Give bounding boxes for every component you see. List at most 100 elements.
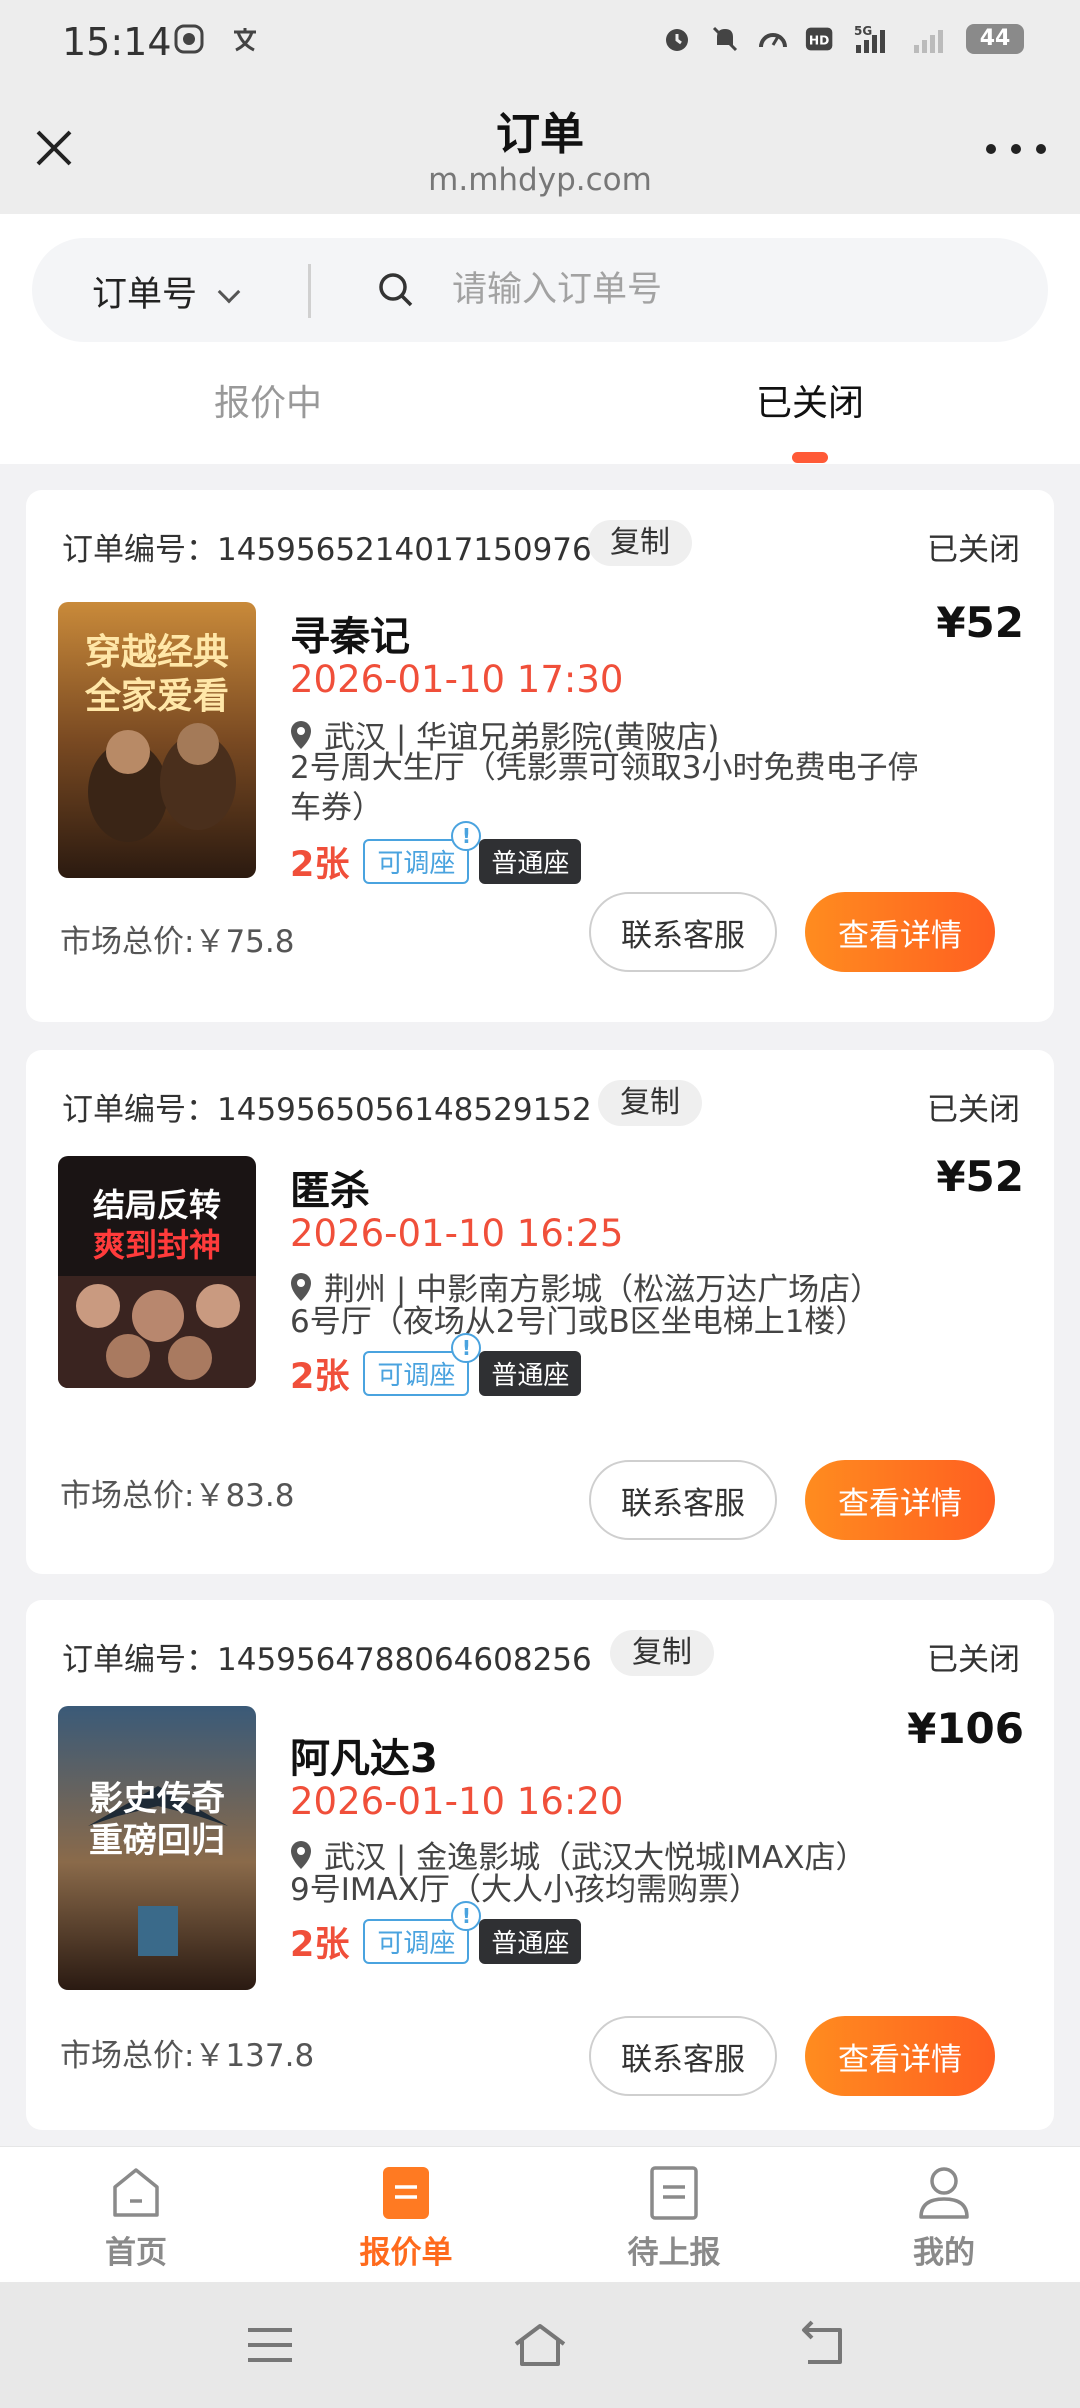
movie-title: 匿杀 — [290, 1168, 370, 1214]
info-icon[interactable]: ! — [451, 821, 482, 851]
more-options-icon[interactable] — [986, 134, 1046, 164]
location-pin-icon — [291, 720, 311, 749]
ticket-count: 2张 — [290, 1357, 350, 1397]
svg-text:5G: 5G — [854, 24, 872, 38]
alarm-icon — [660, 22, 694, 56]
copy-button[interactable]: 复制 — [588, 520, 692, 566]
search-icon — [376, 270, 416, 310]
view-details-button[interactable]: 查看详情 — [805, 892, 995, 972]
tab-active-indicator — [792, 452, 828, 463]
ticket-count: 2张 — [290, 1925, 350, 1965]
movie-poster[interactable]: 结局反转 爽到封神 — [58, 1156, 256, 1388]
order-price: ¥52 — [936, 1152, 1024, 1201]
view-details-button[interactable]: 查看详情 — [805, 2016, 995, 2096]
hall-line: 车券） — [290, 790, 383, 826]
order-card: 订单编号：1459565056148529152 复制 已关闭 结局反转 爽到封… — [26, 1050, 1054, 1574]
market-price: 市场总价:￥83.8 — [60, 1478, 295, 1514]
order-price: ¥52 — [936, 598, 1024, 647]
contact-service-button[interactable]: 联系客服 — [589, 1460, 777, 1540]
bottom-tab-bar: 首页 报价单 待上报 我的 — [0, 2146, 1080, 2282]
adjustable-seat-tag[interactable]: 可调座! — [363, 1901, 482, 1964]
hall-line: 9号IMAX厅（大人小孩均需购票） — [290, 1872, 761, 1908]
info-icon[interactable]: ! — [451, 1901, 482, 1931]
order-status: 已关闭 — [927, 1092, 1020, 1128]
copy-button[interactable]: 复制 — [610, 1630, 714, 1676]
order-status: 已关闭 — [927, 1642, 1020, 1678]
status-time: 15:14 — [62, 20, 172, 64]
order-number: 订单编号：1459565056148529152 — [62, 1092, 592, 1128]
page-title: 订单 — [496, 109, 584, 160]
location-pin-icon — [291, 1840, 311, 1869]
adjustable-seat-tag[interactable]: 可调座! — [363, 1333, 482, 1396]
report-icon — [647, 2165, 701, 2221]
hall-info: 2号周大生厅（凭影票可领取3小时免费电子停 车券） — [290, 748, 970, 828]
quote-icon — [379, 2165, 433, 2221]
market-price: 市场总价:￥137.8 — [60, 2038, 315, 2074]
search-section: 订单号 报价中 已关闭 — [0, 214, 1080, 464]
movie-poster[interactable]: 穿越经典 全家爱看 — [58, 602, 256, 878]
location-pin-icon — [291, 1272, 311, 1301]
movie-title: 寻秦记 — [290, 614, 410, 660]
home-nav-icon[interactable] — [510, 2318, 570, 2372]
signal-5g-icon: 5G — [852, 22, 898, 56]
svg-text:结局反转: 结局反转 — [93, 1186, 221, 1224]
order-card: 订单编号：1459565214017150976 复制 已关闭 穿越经典 全家爱… — [26, 490, 1054, 1022]
back-icon[interactable] — [794, 2318, 854, 2372]
showtime: 2026-01-10 16:20 — [290, 1780, 624, 1823]
contact-service-button[interactable]: 联系客服 — [589, 892, 777, 972]
battery-level: 44 — [966, 24, 1024, 54]
status-bar: 15:14 HD 5G 44 — [0, 0, 1080, 84]
movie-title: 阿凡达3 — [290, 1736, 438, 1782]
ticket-info: 2张 可调座! 普通座 — [290, 821, 582, 887]
tab-quoting[interactable]: 报价中 — [214, 374, 322, 426]
ticket-info: 2张 可调座! 普通座 — [290, 1333, 582, 1399]
hall-line: 6号厅（夜场从2号门或B区坐电梯上1楼） — [290, 1304, 867, 1340]
hall-info: 9号IMAX厅（大人小孩均需购票） — [290, 1870, 970, 1910]
hall-info: 6号厅（夜场从2号门或B区坐电梯上1楼） — [290, 1302, 970, 1342]
contact-service-button[interactable]: 联系客服 — [589, 2016, 777, 2096]
svg-text:HD: HD — [809, 34, 829, 48]
tab-closed[interactable]: 已关闭 — [756, 374, 864, 426]
order-number: 订单编号：1459565214017150976 — [62, 532, 592, 568]
menu-icon[interactable] — [240, 2318, 300, 2372]
svg-text:全家爱看: 全家爱看 — [84, 675, 229, 717]
order-number: 订单编号：1459564788064608256 — [62, 1642, 592, 1678]
movie-poster[interactable]: 影史传奇 重磅回归 — [58, 1706, 256, 1990]
showtime: 2026-01-10 17:30 — [290, 658, 624, 701]
svg-text:穿越经典: 穿越经典 — [85, 632, 229, 673]
adjustable-seat-tag[interactable]: 可调座! — [363, 821, 482, 884]
tab-pending-report[interactable]: 待上报 — [604, 2165, 744, 2272]
info-icon[interactable]: ! — [451, 1333, 482, 1363]
market-price: 市场总价:￥75.8 — [60, 924, 295, 960]
tab-label: 待上报 — [627, 2235, 721, 2271]
tab-label: 报价单 — [359, 2235, 453, 2271]
search-type-label: 订单号 — [92, 275, 198, 315]
order-status: 已关闭 — [927, 532, 1020, 568]
chevron-down-icon — [217, 280, 241, 304]
tab-label: 首页 — [105, 2235, 167, 2271]
mute-icon — [708, 22, 742, 56]
translate-icon — [228, 22, 262, 56]
showtime: 2026-01-10 16:25 — [290, 1212, 624, 1255]
tab-home[interactable]: 首页 — [66, 2165, 206, 2272]
ticket-info: 2张 可调座! 普通座 — [290, 1901, 582, 1967]
user-icon — [917, 2165, 971, 2221]
tab-label: 我的 — [913, 2235, 975, 2271]
search-type-dropdown[interactable]: 订单号 — [92, 266, 241, 317]
hd-icon: HD — [804, 22, 838, 56]
order-card: 订单编号：1459564788064608256 复制 已关闭 影史传奇 重磅回… — [26, 1600, 1054, 2130]
svg-text:影史传奇: 影史传奇 — [89, 1779, 225, 1819]
seat-type-tag: 普通座 — [479, 1919, 582, 1964]
home-icon — [109, 2165, 163, 2221]
hall-line: 2号周大生厅（凭影票可领取3小时免费电子停 — [290, 750, 919, 786]
tab-quote[interactable]: 报价单 — [336, 2165, 476, 2272]
app-notification-icon — [172, 22, 206, 56]
signal-weak-icon — [912, 22, 952, 56]
ticket-count: 2张 — [290, 845, 350, 885]
view-details-button[interactable]: 查看详情 — [805, 1460, 995, 1540]
copy-button[interactable]: 复制 — [598, 1080, 702, 1126]
search-input[interactable] — [452, 260, 1012, 320]
tab-mine[interactable]: 我的 — [874, 2165, 1014, 2272]
seat-type-tag: 普通座 — [479, 1351, 582, 1396]
search-bar: 订单号 — [32, 238, 1048, 342]
